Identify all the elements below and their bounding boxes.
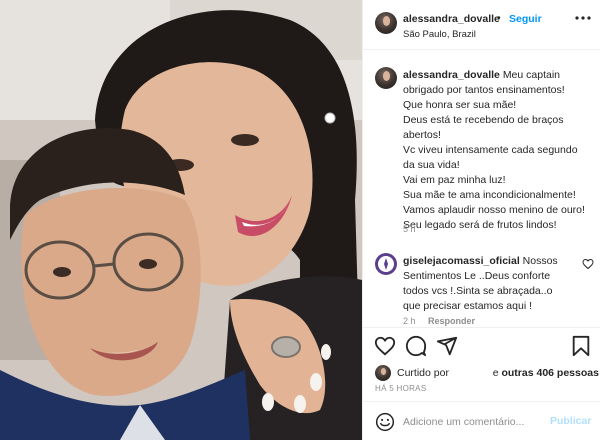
heart-icon[interactable] [374,335,396,357]
likes-others[interactable]: outras 406 pessoas [501,367,598,379]
caption-author-avatar[interactable] [375,67,397,89]
caption-first-line: alessandra_dovalle Meu captain [403,68,595,83]
comment-meta: 2 h Responder [403,316,475,326]
small-heart-icon[interactable] [582,258,594,270]
caption-line: Sua mãe te ama incondicionalmente! [403,189,576,201]
comment-input[interactable] [403,412,543,432]
follow-button[interactable]: Seguir [509,13,542,25]
caption-line: Vamos aplaudir nosso menino de ouro! [403,204,585,216]
post-timestamp[interactable]: HÁ 5 HORAS [375,384,426,393]
likes-prefix: Curtido por [397,367,449,379]
likes-connector: e [492,367,499,379]
caption-time[interactable]: 5 h [403,224,416,234]
instagram-post: alessandra_dovalle • Seguir São Paulo, B… [0,0,600,440]
caption-line: Vc viveu intensamente cada segundo [403,144,578,156]
post-header: alessandra_dovalle • Seguir São Paulo, B… [363,0,600,50]
more-options-icon[interactable] [573,11,593,25]
caption-line: Deus está te recebendo de braços [403,114,564,126]
comment-time[interactable]: 2 h [403,316,416,326]
comment-line: todos vcs !.Sinta se abraçada..o [403,285,553,297]
caption-line: Seu legado será de frutos lindos! [403,219,557,231]
liker-avatar[interactable] [375,365,391,381]
comment-line: Nossos [522,255,558,267]
emoji-icon[interactable] [375,412,395,432]
post-side-panel: alessandra_dovalle • Seguir São Paulo, B… [362,0,600,440]
separator-dot: • [497,12,501,24]
comment: giselejacomassi_oficial Nossos Sentiment… [403,254,579,314]
caption-line: Que honra ser sua mãe! [403,99,517,111]
post-location[interactable]: São Paulo, Brazil [403,29,476,40]
commenter-avatar[interactable] [375,253,397,275]
comment-line: Sentimentos Le ..Deus conforte [403,270,551,282]
caption-line: da sua vida! [403,159,460,171]
likes-summary[interactable]: Curtido por e outras 406 pessoas [375,364,599,382]
comments-list[interactable]: alessandra_dovalle Meu captain obrigado … [363,51,600,327]
caption-line: obrigado por tantos ensinamentos! [403,84,565,96]
caption-line: Vai em paz minha luz! [403,174,506,186]
author-avatar[interactable] [375,12,397,34]
post-photo-illustration [0,0,362,440]
caption-username[interactable]: alessandra_dovalle [403,69,500,81]
action-bar: Curtido por e outras 406 pessoas HÁ 5 HO… [363,327,600,437]
bookmark-icon[interactable] [570,335,592,357]
comment-first-line: giselejacomassi_oficial Nossos [403,254,579,269]
comment-line: que precisar estamos aqui ! [403,300,532,312]
caption-line: Meu captain [502,69,561,81]
comment-icon[interactable] [405,335,427,357]
caption-line: abertos! [403,129,441,141]
publish-button[interactable]: Publicar [550,415,591,427]
share-icon[interactable] [436,335,458,357]
comment-username[interactable]: giselejacomassi_oficial [403,255,520,267]
post-photo[interactable] [0,0,362,440]
add-comment-bar: Publicar [363,401,600,440]
caption: alessandra_dovalle Meu captain obrigado … [403,68,595,233]
reply-button[interactable]: Responder [428,316,475,326]
author-username[interactable]: alessandra_dovalle [403,13,500,25]
